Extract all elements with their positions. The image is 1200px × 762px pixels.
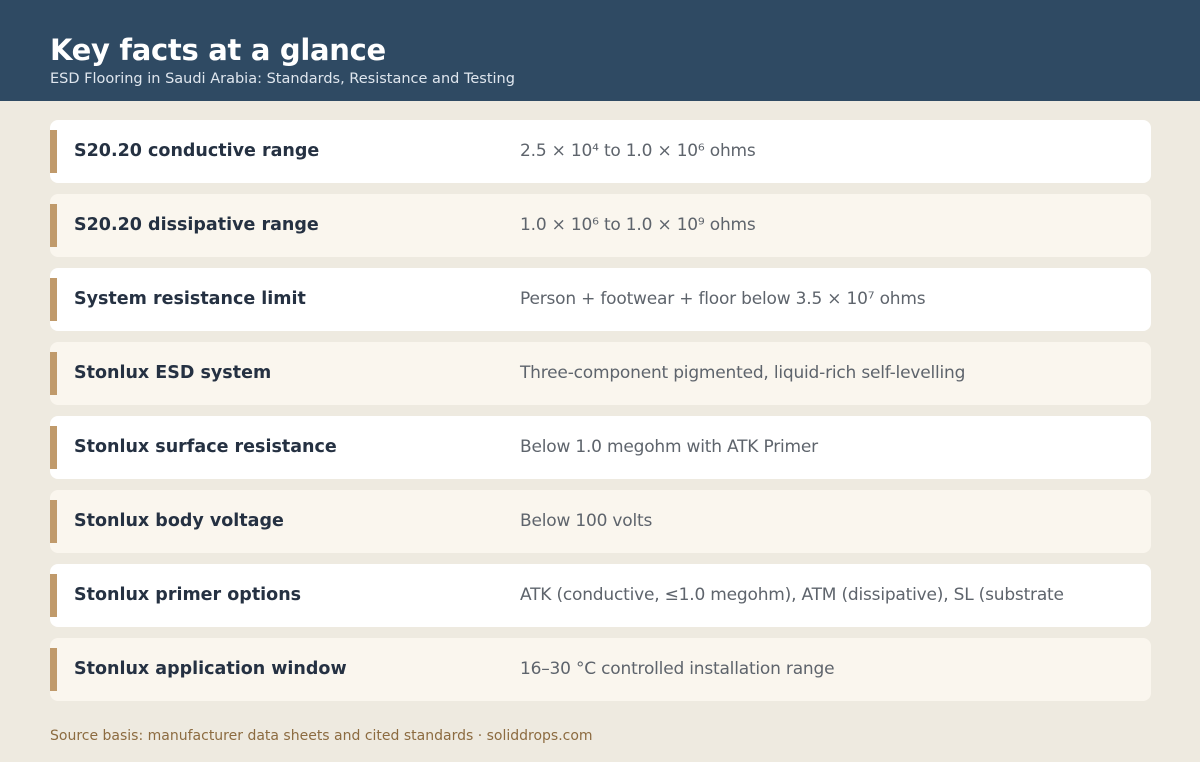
fact-row-dissipative-range: S20.20 dissipative range 1.0 × 10⁶ to 1.… bbox=[50, 194, 1151, 257]
fact-row-system-resistance-limit: System resistance limit Person + footwea… bbox=[50, 268, 1151, 331]
fact-label: S20.20 dissipative range bbox=[74, 215, 319, 235]
header-banner: Key facts at a glance ESD Flooring in Sa… bbox=[0, 0, 1200, 101]
fact-value: Three-component pigmented, liquid-rich s… bbox=[520, 363, 966, 383]
fact-row-esd-system: Stonlux ESD system Three-component pigme… bbox=[50, 342, 1151, 405]
fact-label: Stonlux ESD system bbox=[74, 363, 272, 383]
fact-label: Stonlux surface resistance bbox=[74, 437, 337, 457]
page-subtitle: ESD Flooring in Saudi Arabia: Standards,… bbox=[50, 71, 515, 87]
fact-value: ATK (conductive, ≤1.0 megohm), ATM (diss… bbox=[520, 585, 1064, 605]
page-title: Key facts at a glance bbox=[50, 33, 386, 67]
fact-value: Below 1.0 megohm with ATK Primer bbox=[520, 437, 818, 457]
fact-row-surface-resistance: Stonlux surface resistance Below 1.0 meg… bbox=[50, 416, 1151, 479]
facts-list: S20.20 conductive range 2.5 × 10⁴ to 1.0… bbox=[50, 120, 1151, 712]
fact-value: 2.5 × 10⁴ to 1.0 × 10⁶ ohms bbox=[520, 141, 756, 161]
row-accent-bar bbox=[50, 500, 57, 543]
fact-label: Stonlux body voltage bbox=[74, 511, 284, 531]
row-accent-bar bbox=[50, 648, 57, 691]
fact-row-body-voltage: Stonlux body voltage Below 100 volts bbox=[50, 490, 1151, 553]
row-accent-bar bbox=[50, 352, 57, 395]
fact-row-conductive-range: S20.20 conductive range 2.5 × 10⁴ to 1.0… bbox=[50, 120, 1151, 183]
row-accent-bar bbox=[50, 278, 57, 321]
source-footer: Source basis: manufacturer data sheets a… bbox=[50, 728, 593, 744]
row-accent-bar bbox=[50, 426, 57, 469]
fact-label: S20.20 conductive range bbox=[74, 141, 320, 161]
row-accent-bar bbox=[50, 130, 57, 173]
row-accent-bar bbox=[50, 574, 57, 617]
row-accent-bar bbox=[50, 204, 57, 247]
fact-value: 1.0 × 10⁶ to 1.0 × 10⁹ ohms bbox=[520, 215, 756, 235]
fact-label: System resistance limit bbox=[74, 289, 306, 309]
fact-row-primer-options: Stonlux primer options ATK (conductive, … bbox=[50, 564, 1151, 627]
fact-value: 16–30 °C controlled installation range bbox=[520, 659, 835, 679]
fact-label: Stonlux application window bbox=[74, 659, 347, 679]
fact-label: Stonlux primer options bbox=[74, 585, 302, 605]
fact-value: Below 100 volts bbox=[520, 511, 653, 531]
fact-row-application-window: Stonlux application window 16–30 °C cont… bbox=[50, 638, 1151, 701]
fact-value: Person + footwear + floor below 3.5 × 10… bbox=[520, 289, 926, 309]
